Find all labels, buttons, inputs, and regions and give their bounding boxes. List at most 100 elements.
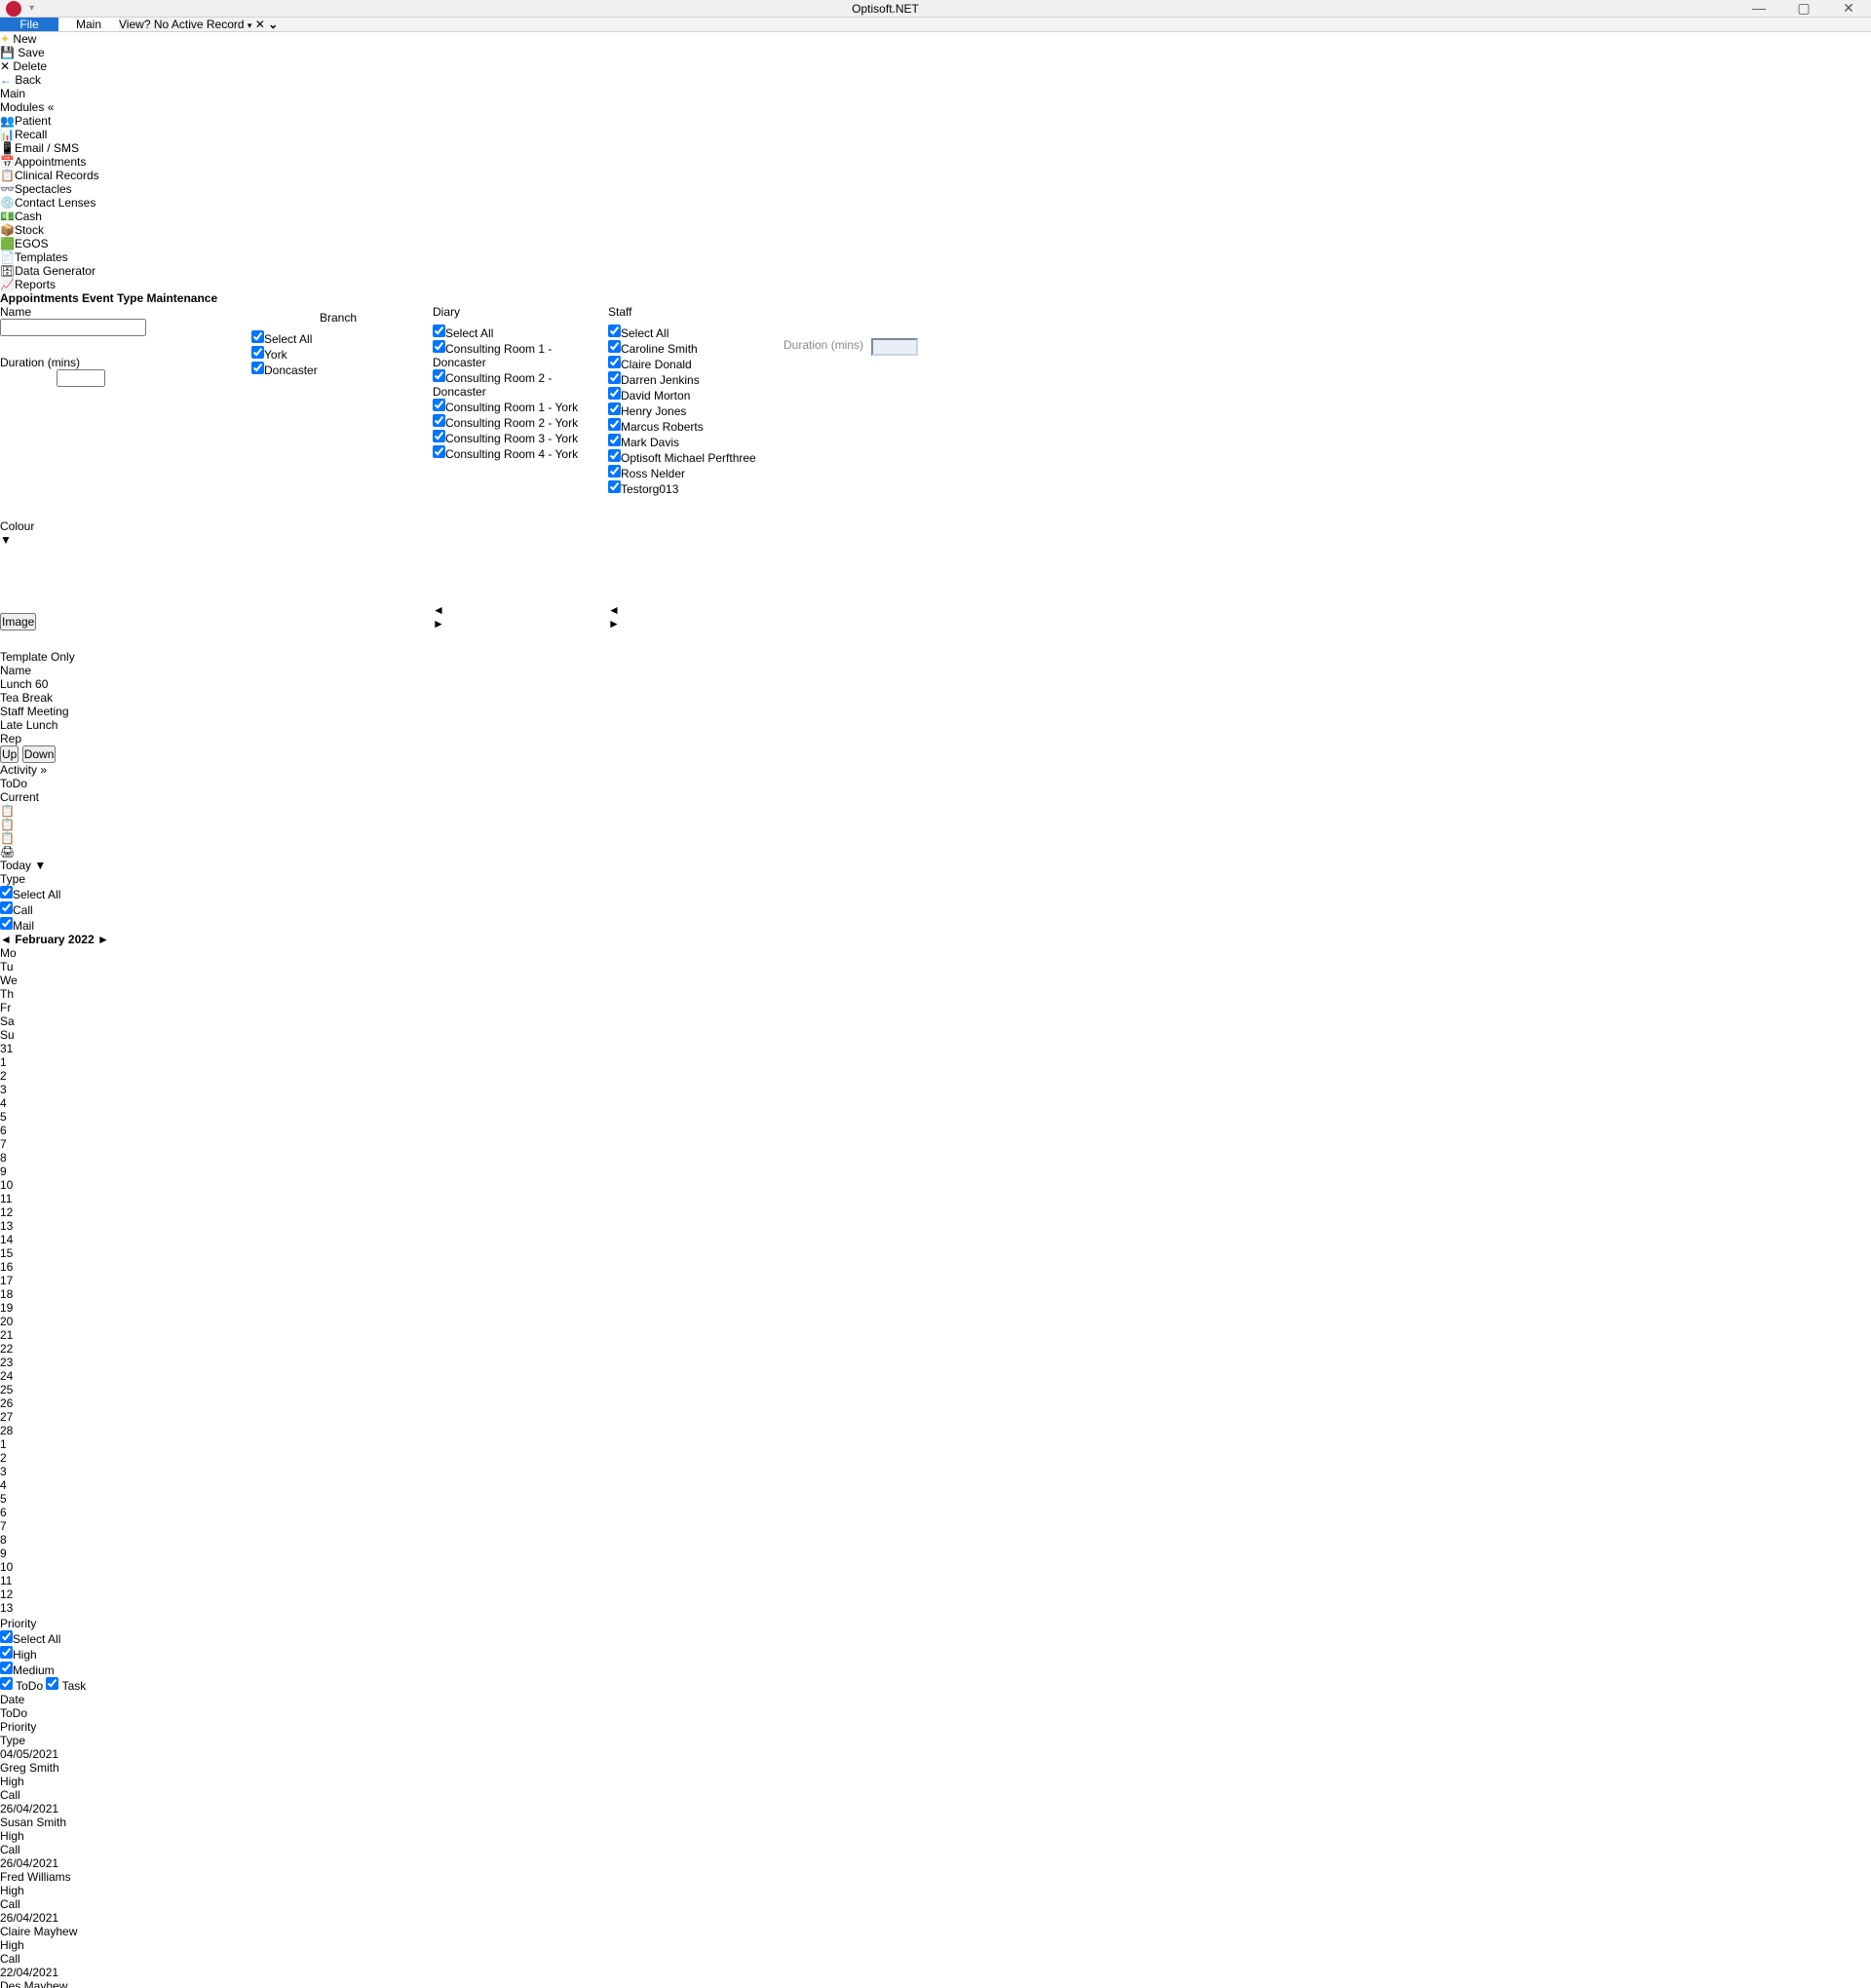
checkbox[interactable] bbox=[251, 362, 264, 374]
sidebar-item-templates[interactable]: 📄Templates bbox=[0, 250, 1871, 264]
branch-list[interactable]: Select AllYorkDoncaster bbox=[251, 330, 425, 632]
filter-task[interactable]: Task bbox=[46, 1679, 86, 1693]
checkbox[interactable] bbox=[0, 1646, 13, 1659]
list-item[interactable]: Mark Davis bbox=[608, 434, 776, 449]
list-item[interactable]: Testorg013 bbox=[608, 480, 776, 496]
select-all-row[interactable]: Select All bbox=[0, 1630, 1871, 1646]
cal-prev-icon[interactable]: ◄ bbox=[0, 933, 12, 946]
list-item[interactable]: Consulting Room 3 - York bbox=[433, 430, 600, 445]
list-item[interactable]: Consulting Room 2 - York bbox=[433, 414, 600, 430]
sidebar-item-data-generator[interactable]: 🗄Data Generator bbox=[0, 264, 1871, 278]
sidebar-item-email-sms[interactable]: 📱Email / SMS bbox=[0, 141, 1871, 155]
cal-day[interactable]: 3 bbox=[0, 1083, 1871, 1096]
table-row[interactable]: Staff Meeting bbox=[0, 705, 1871, 718]
sidebar-item-recall[interactable]: 📊Recall bbox=[0, 128, 1871, 141]
sidebar-item-egos[interactable]: 🟩EGOS bbox=[0, 237, 1871, 250]
table-row[interactable]: Late Lunch bbox=[0, 718, 1871, 732]
tab-current[interactable]: Current bbox=[0, 790, 1871, 804]
cal-day[interactable]: 14 bbox=[0, 1233, 1871, 1246]
checkbox[interactable] bbox=[608, 371, 621, 384]
checkbox[interactable] bbox=[433, 369, 445, 382]
checkbox[interactable] bbox=[608, 418, 621, 431]
checkbox[interactable] bbox=[433, 430, 445, 442]
cal-day[interactable]: 31 bbox=[0, 1042, 1871, 1055]
list-item[interactable]: Marcus Roberts bbox=[608, 418, 776, 434]
list-item[interactable]: Ross Nelder bbox=[608, 465, 776, 480]
list-item[interactable]: Henry Jones bbox=[608, 402, 776, 418]
collapse-ribbon-icon[interactable]: ⌄ bbox=[268, 18, 278, 31]
scroll-right-icon[interactable]: ► bbox=[608, 617, 776, 631]
cal-day[interactable]: 6 bbox=[0, 1124, 1871, 1137]
table-row[interactable]: Tea Break bbox=[0, 691, 1871, 705]
cal-day[interactable]: 23 bbox=[0, 1356, 1871, 1369]
cal-day[interactable]: 5 bbox=[0, 1492, 1871, 1506]
staff-list[interactable]: Select AllCaroline SmithClaire DonaldDar… bbox=[608, 325, 776, 603]
cal-day[interactable]: 7 bbox=[0, 1519, 1871, 1533]
checkbox[interactable] bbox=[608, 402, 621, 415]
cal-day[interactable]: 9 bbox=[0, 1547, 1871, 1560]
sidebar-item-appointments[interactable]: 📅Appointments bbox=[0, 155, 1871, 169]
collapse-modules-icon[interactable]: « bbox=[48, 100, 55, 114]
tab-todo[interactable]: ToDo bbox=[0, 777, 1871, 790]
cal-day[interactable]: 24 bbox=[0, 1369, 1871, 1383]
cal-day[interactable]: 12 bbox=[0, 1587, 1871, 1601]
checkbox[interactable] bbox=[608, 356, 621, 368]
scroll-right-icon[interactable]: ► bbox=[433, 617, 600, 631]
name-input[interactable] bbox=[0, 319, 146, 336]
sidebar-item-reports[interactable]: 📈Reports bbox=[0, 278, 1871, 291]
checkbox[interactable] bbox=[433, 325, 445, 337]
list-item[interactable]: Consulting Room 4 - York bbox=[433, 445, 600, 461]
cal-day[interactable]: 5 bbox=[0, 1110, 1871, 1124]
checkbox[interactable] bbox=[251, 346, 264, 359]
list-item[interactable]: High bbox=[0, 1646, 1871, 1662]
table-row[interactable]: 22/04/2021Des MayhewHighCall bbox=[0, 1966, 1871, 1988]
cal-day[interactable]: 8 bbox=[0, 1533, 1871, 1547]
checkbox[interactable] bbox=[608, 449, 621, 462]
cal-day[interactable]: 4 bbox=[0, 1478, 1871, 1492]
cal-day[interactable]: 22 bbox=[0, 1342, 1871, 1356]
list-item[interactable]: Doncaster bbox=[251, 362, 425, 377]
print-icon[interactable]: 🖨 bbox=[0, 845, 1871, 859]
checkbox[interactable] bbox=[0, 1662, 13, 1674]
checkbox[interactable] bbox=[608, 340, 621, 353]
cal-day[interactable]: 28 bbox=[0, 1424, 1871, 1437]
cal-day[interactable]: 6 bbox=[0, 1506, 1871, 1519]
table-row[interactable]: Rep bbox=[0, 732, 1871, 746]
cal-day[interactable]: 21 bbox=[0, 1328, 1871, 1342]
cal-day[interactable]: 1 bbox=[0, 1055, 1871, 1069]
checkbox[interactable] bbox=[0, 917, 13, 930]
cal-day[interactable]: 15 bbox=[0, 1246, 1871, 1260]
list-item[interactable]: Consulting Room 1 - York bbox=[433, 399, 600, 414]
cal-day[interactable]: 3 bbox=[0, 1465, 1871, 1478]
cal-next-icon[interactable]: ► bbox=[97, 933, 109, 946]
checkbox[interactable] bbox=[608, 465, 621, 478]
cal-day[interactable]: 2 bbox=[0, 1069, 1871, 1083]
diary-hscroll[interactable]: ◄ ► bbox=[433, 603, 600, 631]
staff-header[interactable]: Staff bbox=[608, 305, 776, 319]
clipboard-icon[interactable]: 📋 bbox=[0, 804, 1871, 818]
cal-day[interactable]: 2 bbox=[0, 1451, 1871, 1465]
cal-day[interactable]: 7 bbox=[0, 1137, 1871, 1151]
chevron-down-icon[interactable]: ▼ bbox=[34, 859, 46, 872]
diary-header[interactable]: Diary bbox=[433, 305, 600, 319]
select-all-row[interactable]: Select All bbox=[433, 325, 600, 340]
list-item[interactable]: Consulting Room 1 - Doncaster bbox=[433, 340, 600, 369]
name-column-header[interactable]: Name bbox=[0, 664, 1871, 677]
cal-day[interactable]: 27 bbox=[0, 1410, 1871, 1424]
list-item[interactable]: Claire Donald bbox=[608, 356, 776, 371]
cal-day[interactable]: 1 bbox=[0, 1437, 1871, 1451]
checkbox[interactable] bbox=[0, 1630, 13, 1643]
tab-file[interactable]: File bbox=[0, 18, 58, 31]
duration-input[interactable] bbox=[57, 369, 105, 387]
cal-day[interactable]: 10 bbox=[0, 1178, 1871, 1192]
minimize-icon[interactable]: — bbox=[1737, 0, 1781, 17]
select-all-row[interactable]: Select All bbox=[251, 330, 425, 346]
collapse-activity-icon[interactable]: » bbox=[40, 763, 47, 777]
col-priority[interactable]: Priority bbox=[0, 1720, 1871, 1734]
table-row[interactable]: 04/05/2021Greg SmithHighCall bbox=[0, 1747, 1871, 1802]
checkbox[interactable] bbox=[0, 901, 13, 914]
table-row[interactable]: 26/04/2021Susan SmithHighCall bbox=[0, 1802, 1871, 1856]
cal-day[interactable]: 13 bbox=[0, 1601, 1871, 1615]
sidebar-item-contact-lenses[interactable]: 💿Contact Lenses bbox=[0, 196, 1871, 210]
clear-record-icon[interactable]: ✕ bbox=[255, 18, 265, 31]
